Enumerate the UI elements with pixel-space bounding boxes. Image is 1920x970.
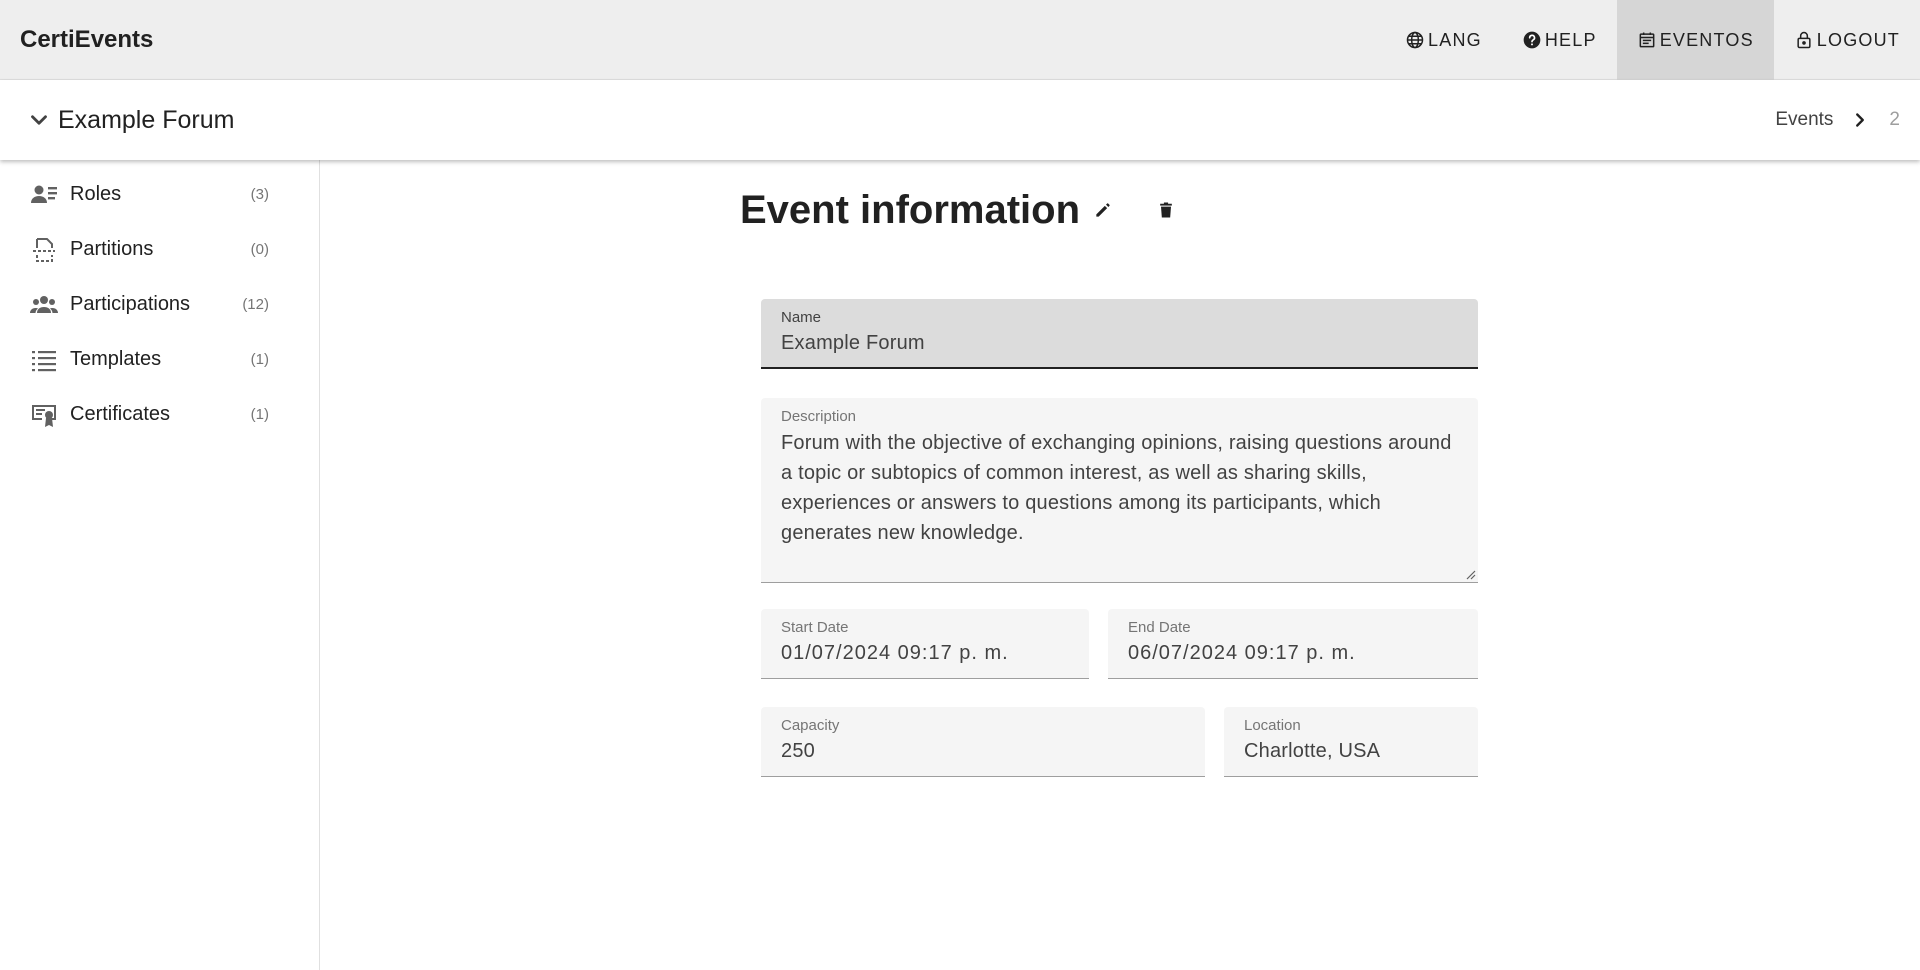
help-label: HELP xyxy=(1544,29,1597,50)
eventos-button[interactable]: EVENTOS xyxy=(1616,0,1774,80)
name-label: Name xyxy=(781,309,822,326)
resize-handle-icon[interactable] xyxy=(1464,568,1476,580)
sidebar-item-count: (0) xyxy=(250,241,269,258)
app-bar: CertiEvents LANG HELP EVENTOS LOGOUT xyxy=(0,0,1920,80)
description-textarea[interactable]: Forum with the objective of exchanging o… xyxy=(781,428,1462,578)
page-title: Event information xyxy=(740,188,1081,232)
eventos-label: EVENTOS xyxy=(1659,29,1754,50)
event-toggle[interactable]: Example Forum xyxy=(26,80,234,160)
lang-button[interactable]: LANG xyxy=(1385,0,1502,80)
trash-icon xyxy=(1160,202,1172,218)
globe-icon xyxy=(1406,31,1424,49)
logout-button[interactable]: LOGOUT xyxy=(1774,0,1920,80)
location-input[interactable] xyxy=(1244,740,1462,763)
location-field[interactable]: Location xyxy=(1224,707,1478,777)
event-header: Example Forum Events 2 xyxy=(0,80,1920,160)
capacity-label: Capacity xyxy=(781,717,840,734)
breadcrumb-current: 2 xyxy=(1889,109,1900,130)
end-date-field[interactable]: End Date xyxy=(1108,609,1478,679)
sidebar-item-count: (12) xyxy=(242,296,269,313)
sidebar-item-label: Certificates xyxy=(70,403,171,425)
description-label: Description xyxy=(781,408,857,425)
edit-button[interactable] xyxy=(1083,190,1123,230)
sidebar-item-count: (3) xyxy=(250,186,269,203)
location-label: Location xyxy=(1244,717,1301,734)
start-date-input[interactable] xyxy=(781,642,1073,665)
sidebar-item-certificates[interactable]: Certificates (1) xyxy=(0,387,319,442)
sidebar-item-count: (1) xyxy=(250,406,269,423)
breadcrumb-events-link[interactable]: Events xyxy=(1775,109,1833,131)
chevron-right-icon xyxy=(1856,113,1865,127)
event-title: Example Forum xyxy=(58,105,235,134)
templates-icon xyxy=(30,346,58,374)
help-button[interactable]: HELP xyxy=(1502,0,1617,80)
partitions-icon xyxy=(30,236,58,264)
lock-icon xyxy=(1797,31,1811,49)
roles-icon xyxy=(30,181,58,209)
description-field[interactable]: Description Forum with the objective of … xyxy=(761,398,1478,583)
sidebar-item-label: Participations xyxy=(70,293,191,315)
participations-icon xyxy=(30,291,58,319)
lang-label: LANG xyxy=(1428,29,1482,50)
help-icon xyxy=(1523,31,1541,49)
capacity-input[interactable] xyxy=(781,740,1189,763)
app-brand[interactable]: CertiEvents xyxy=(20,0,153,80)
end-date-label: End Date xyxy=(1128,619,1191,636)
sidebar-item-participations[interactable]: Participations (12) xyxy=(0,277,319,332)
sidebar-item-label: Roles xyxy=(70,183,122,205)
sidebar-item-templates[interactable]: Templates (1) xyxy=(0,332,319,387)
sidebar-item-count: (1) xyxy=(250,351,269,368)
sidebar-item-label: Templates xyxy=(70,348,162,370)
sidebar-item-partitions[interactable]: Partitions (0) xyxy=(0,222,319,277)
sidebar: Roles (3) Partitions (0) Participations … xyxy=(0,160,320,970)
name-field[interactable]: Name xyxy=(761,299,1478,369)
certificates-icon xyxy=(30,401,58,429)
sidebar-item-roles[interactable]: Roles (3) xyxy=(0,167,319,222)
top-nav: LANG HELP EVENTOS LOGOUT xyxy=(1385,0,1920,80)
capacity-field[interactable]: Capacity xyxy=(761,707,1205,777)
name-input[interactable] xyxy=(781,332,1462,355)
start-date-label: Start Date xyxy=(781,619,849,636)
end-date-input[interactable] xyxy=(1128,642,1462,665)
delete-button[interactable] xyxy=(1146,190,1186,230)
start-date-field[interactable]: Start Date xyxy=(761,609,1089,679)
calendar-icon xyxy=(1639,32,1655,48)
breadcrumb: Events 2 xyxy=(1775,80,1900,160)
pencil-icon xyxy=(1096,203,1110,217)
sidebar-item-label: Partitions xyxy=(70,238,154,260)
logout-label: LOGOUT xyxy=(1816,29,1900,50)
chevron-down-icon xyxy=(31,115,47,125)
